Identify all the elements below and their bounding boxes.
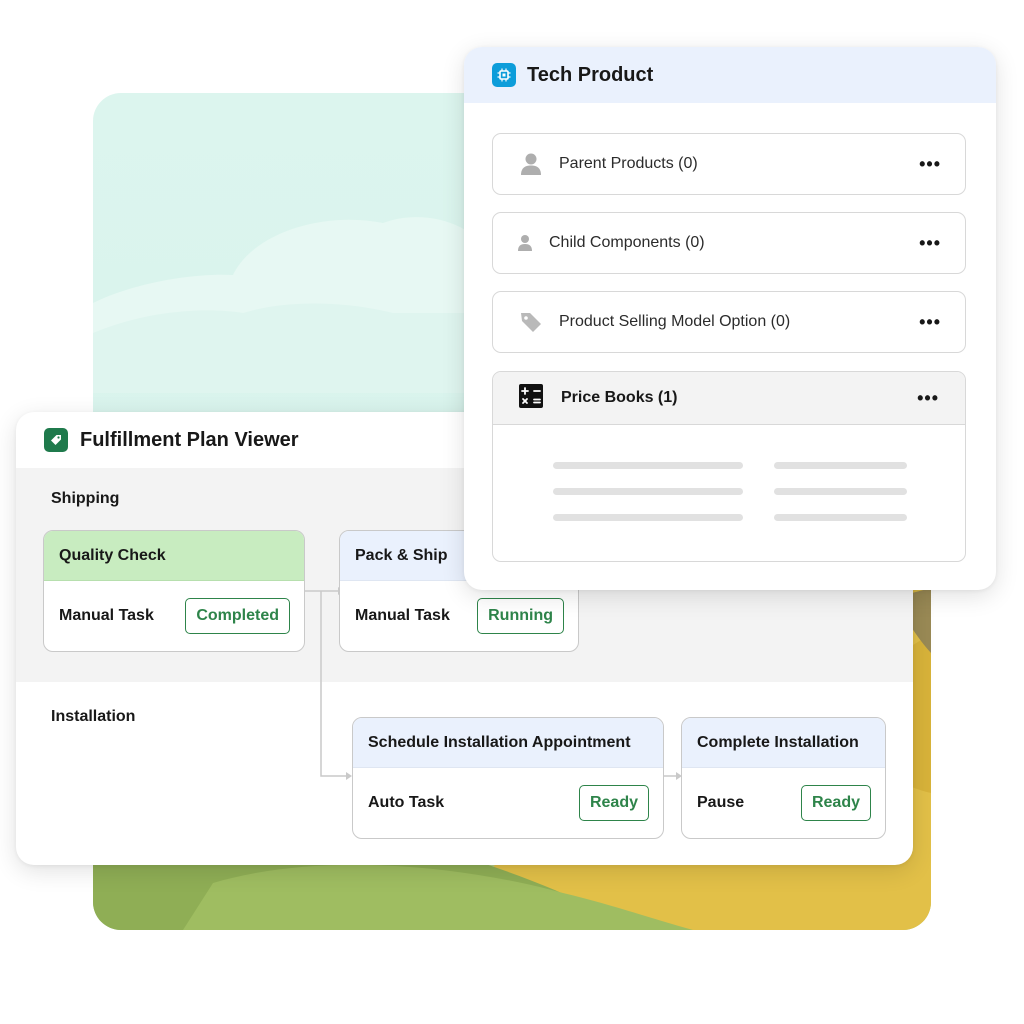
related-list-child-components[interactable]: Child Components (0) ••• bbox=[492, 212, 966, 274]
more-actions-icon[interactable]: ••• bbox=[919, 313, 941, 331]
related-list-price-books: Price Books (1) ••• bbox=[492, 371, 966, 562]
related-list-parent-products[interactable]: Parent Products (0) ••• bbox=[492, 133, 966, 195]
tag-icon bbox=[44, 428, 68, 452]
skeleton-line bbox=[774, 514, 907, 521]
status-badge: Completed bbox=[185, 598, 290, 634]
task-name: Complete Installation bbox=[682, 718, 885, 768]
skeleton-line bbox=[774, 488, 907, 495]
task-name: Schedule Installation Appointment bbox=[353, 718, 663, 768]
skeleton-line bbox=[553, 462, 743, 469]
task-node-schedule-installation[interactable]: Schedule Installation Appointment Auto T… bbox=[352, 717, 664, 839]
tech-product-title: Tech Product bbox=[527, 63, 654, 86]
task-type: Manual Task bbox=[355, 607, 450, 624]
price-tag-icon bbox=[519, 310, 543, 334]
task-type: Auto Task bbox=[368, 794, 445, 811]
status-badge: Running bbox=[477, 598, 564, 634]
price-books-label: Price Books (1) bbox=[561, 389, 678, 406]
tech-product-header: Tech Product bbox=[464, 47, 996, 103]
related-list-product-selling-model-option[interactable]: Product Selling Model Option (0) ••• bbox=[492, 291, 966, 353]
task-type: Manual Task bbox=[59, 607, 154, 624]
tech-product-card: Tech Product Parent Products (0) ••• Chi… bbox=[464, 47, 996, 590]
person-small-icon bbox=[513, 231, 537, 255]
task-type: Pause bbox=[697, 794, 745, 811]
related-list-label: Product Selling Model Option (0) bbox=[559, 313, 791, 330]
skeleton-line bbox=[553, 514, 743, 521]
skeleton-line bbox=[553, 488, 743, 495]
more-actions-icon[interactable]: ••• bbox=[919, 234, 941, 252]
task-node-quality-check[interactable]: Quality Check Manual Task Completed bbox=[43, 530, 305, 652]
status-badge: Ready bbox=[800, 785, 871, 821]
calculator-icon bbox=[519, 383, 543, 413]
chip-icon bbox=[492, 63, 516, 87]
related-list-label: Child Components (0) bbox=[549, 234, 705, 251]
fulfillment-plan-title: Fulfillment Plan Viewer bbox=[80, 428, 299, 451]
price-books-header[interactable]: Price Books (1) ••• bbox=[493, 372, 965, 425]
task-node-complete-installation[interactable]: Complete Installation Pause Ready bbox=[681, 717, 886, 839]
skeleton-line bbox=[774, 462, 907, 469]
person-icon bbox=[519, 152, 543, 176]
more-actions-icon[interactable]: ••• bbox=[919, 155, 941, 173]
status-badge: Ready bbox=[578, 785, 649, 821]
related-list-label: Parent Products (0) bbox=[559, 155, 698, 172]
section-label-shipping: Shipping bbox=[51, 490, 120, 507]
section-label-installation: Installation bbox=[51, 708, 136, 725]
task-name: Quality Check bbox=[44, 531, 304, 581]
more-actions-icon[interactable]: ••• bbox=[917, 389, 939, 407]
